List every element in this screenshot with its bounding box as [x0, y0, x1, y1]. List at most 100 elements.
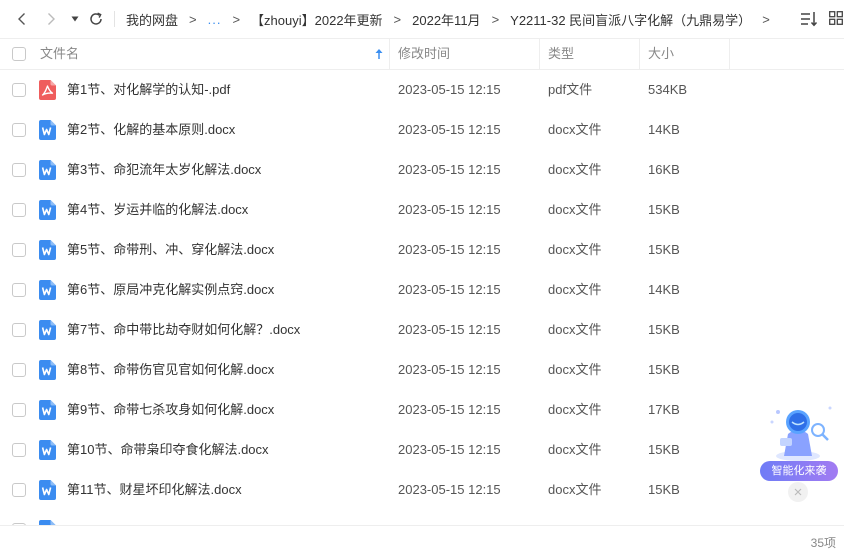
- word-file-icon: [39, 360, 56, 380]
- row-checkbox[interactable]: [12, 443, 26, 457]
- file-type: docx文件: [548, 282, 602, 297]
- file-size: 14KB: [648, 122, 680, 137]
- file-row[interactable]: 第9节、命带七杀攻身如何化解.docx 2023-05-15 12:15 docx文…: [0, 390, 844, 430]
- word-file-icon: [39, 120, 56, 140]
- file-row[interactable]: [0, 510, 844, 525]
- column-divider[interactable]: [639, 39, 640, 69]
- breadcrumb-ellipsis[interactable]: ...: [208, 12, 222, 27]
- row-checkbox[interactable]: [12, 243, 26, 257]
- caret-down-icon: [71, 16, 79, 22]
- file-name[interactable]: 第2节、化解的基本原则.docx: [67, 110, 235, 150]
- column-divider[interactable]: [389, 39, 390, 69]
- row-checkbox[interactable]: [12, 403, 26, 417]
- breadcrumb-separator: >: [393, 11, 402, 27]
- file-modified-time: 2023-05-15 12:15: [398, 282, 501, 297]
- file-list: 第1节、对化解学的认知-.pdf 2023-05-15 12:15 pdf文件 534…: [0, 70, 844, 525]
- file-type: docx文件: [548, 442, 602, 457]
- grid-icon: [829, 11, 843, 25]
- column-header-type[interactable]: 类型: [548, 39, 574, 69]
- word-file-icon: [39, 280, 56, 300]
- breadcrumb-item[interactable]: 2022年11月: [412, 10, 480, 29]
- row-checkbox[interactable]: [12, 323, 26, 337]
- ai-promo-label[interactable]: 智能化来袭: [760, 461, 838, 481]
- file-type: docx文件: [548, 322, 602, 337]
- word-file-icon: [39, 440, 56, 460]
- sort-list-view-button[interactable]: [800, 10, 818, 28]
- file-row[interactable]: 第3节、命犯流年太岁化解法.docx 2023-05-15 12:15 docx文件…: [0, 150, 844, 190]
- file-modified-time: 2023-05-15 12:15: [398, 362, 501, 377]
- word-file-icon: [39, 320, 56, 340]
- column-header-modified[interactable]: 修改时间: [398, 39, 450, 69]
- file-name[interactable]: 第3节、命犯流年太岁化解法.docx: [67, 150, 261, 190]
- file-size: 15KB: [648, 242, 680, 257]
- row-checkbox[interactable]: [12, 283, 26, 297]
- file-name[interactable]: 第7节、命中带比劫夺财如何化解？.docx: [67, 310, 300, 350]
- file-row[interactable]: 第2节、化解的基本原则.docx 2023-05-15 12:15 docx文件 14…: [0, 110, 844, 150]
- word-file-icon: [39, 200, 56, 220]
- history-dropdown-button[interactable]: [64, 8, 86, 30]
- row-checkbox[interactable]: [12, 363, 26, 377]
- breadcrumb-current[interactable]: Y2211-32 民间盲派八字化解（九鼎易学）: [510, 10, 751, 29]
- file-modified-time: 2023-05-15 12:15: [398, 242, 501, 257]
- breadcrumb-item[interactable]: 【zhouyi】2022年更新: [251, 10, 383, 29]
- breadcrumb-separator: >: [189, 11, 197, 27]
- file-type: docx文件: [548, 402, 602, 417]
- file-row[interactable]: 第4节、岁运并临的化解法.docx 2023-05-15 12:15 docx文件 1…: [0, 190, 844, 230]
- ai-promo-widget[interactable]: 智能化来袭: [758, 398, 842, 502]
- row-checkbox[interactable]: [12, 163, 26, 177]
- file-type: docx文件: [548, 362, 602, 377]
- breadcrumb-root[interactable]: 我的网盘: [126, 10, 178, 29]
- file-size: 15KB: [648, 442, 680, 457]
- row-checkbox[interactable]: [12, 123, 26, 137]
- file-row[interactable]: 第1节、对化解学的认知-.pdf 2023-05-15 12:15 pdf文件 534…: [0, 70, 844, 110]
- file-size: 14KB: [648, 282, 680, 297]
- row-checkbox[interactable]: [12, 83, 26, 97]
- grid-view-button[interactable]: [829, 11, 843, 25]
- row-checkbox[interactable]: [12, 203, 26, 217]
- file-row[interactable]: 第5节、命带刑、冲、穿化解法.docx 2023-05-15 12:15 docx文…: [0, 230, 844, 270]
- forward-button[interactable]: [40, 8, 62, 30]
- file-type: docx文件: [548, 202, 602, 217]
- column-divider[interactable]: [539, 39, 540, 69]
- promo-close-button[interactable]: [788, 482, 808, 502]
- file-row[interactable]: 第7节、命中带比劫夺财如何化解？.docx 2023-05-15 12:15 doc…: [0, 310, 844, 350]
- file-name[interactable]: 第11节、财星坏印化解法.docx: [67, 470, 242, 510]
- file-row[interactable]: 第6节、原局冲克化解实例点窍.docx 2023-05-15 12:15 docx文…: [0, 270, 844, 310]
- word-file-icon: [39, 240, 56, 260]
- row-checkbox[interactable]: [12, 483, 26, 497]
- back-button[interactable]: [11, 8, 33, 30]
- close-icon: [794, 488, 802, 496]
- toolbar-divider: [114, 11, 115, 27]
- column-header-size[interactable]: 大小: [648, 39, 674, 69]
- file-modified-time: 2023-05-15 12:15: [398, 442, 501, 457]
- file-modified-time: 2023-05-15 12:15: [398, 402, 501, 417]
- file-name[interactable]: 第1节、对化解学的认知-.pdf: [67, 70, 230, 110]
- refresh-button[interactable]: [85, 8, 107, 30]
- column-divider[interactable]: [729, 39, 730, 69]
- file-row[interactable]: 第10节、命带枭印夺食化解法.docx 2023-05-15 12:15 docx文…: [0, 430, 844, 470]
- file-row[interactable]: 第8节、命带伤官见官如何化解.docx 2023-05-15 12:15 docx文…: [0, 350, 844, 390]
- file-size: 15KB: [648, 322, 680, 337]
- file-size: 534KB: [648, 82, 688, 97]
- toolbar: 我的网盘 > ... > 【zhouyi】2022年更新 > 2022年11月 …: [0, 0, 844, 38]
- file-modified-time: 2023-05-15 12:15: [398, 202, 501, 217]
- item-count: 35项: [810, 536, 836, 550]
- file-name[interactable]: 第10节、命带枭印夺食化解法.docx: [67, 430, 269, 470]
- file-name[interactable]: 第4节、岁运并临的化解法.docx: [67, 190, 248, 230]
- file-type: pdf文件: [548, 82, 593, 97]
- file-row[interactable]: 第11节、财星坏印化解法.docx 2023-05-15 12:15 docx文件 1…: [0, 470, 844, 510]
- sort-ascending-arrow-icon[interactable]: [374, 48, 384, 60]
- file-modified-time: 2023-05-15 12:15: [398, 322, 501, 337]
- file-name[interactable]: 第6节、原局冲克化解实例点窍.docx: [67, 270, 274, 310]
- file-modified-time: 2023-05-15 12:15: [398, 122, 501, 137]
- file-name[interactable]: 第5节、命带刑、冲、穿化解法.docx: [67, 230, 274, 270]
- file-modified-time: 2023-05-15 12:15: [398, 162, 501, 177]
- ai-robot-icon: [770, 406, 832, 461]
- file-size: 17KB: [648, 402, 680, 417]
- file-name[interactable]: 第8节、命带伤官见官如何化解.docx: [67, 350, 274, 390]
- file-size: 15KB: [648, 202, 680, 217]
- select-all-checkbox[interactable]: [12, 47, 26, 61]
- column-header-name[interactable]: 文件名: [40, 39, 79, 69]
- file-name[interactable]: 第9节、命带七杀攻身如何化解.docx: [67, 390, 274, 430]
- word-file-icon: [39, 400, 56, 420]
